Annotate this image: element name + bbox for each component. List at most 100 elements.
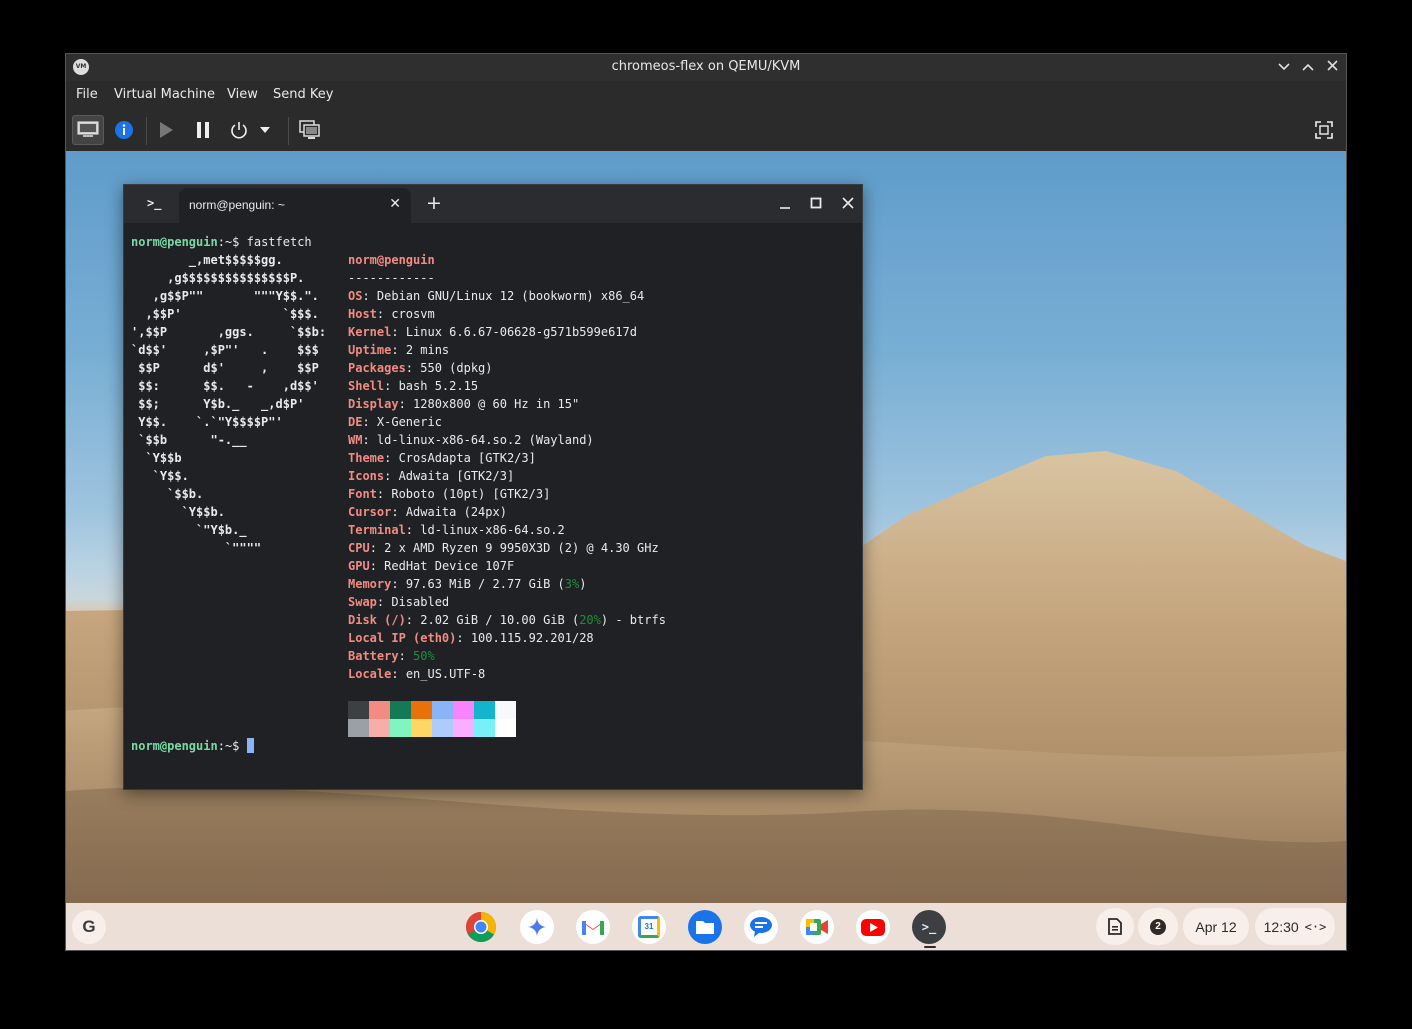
meet-icon[interactable] xyxy=(800,910,834,944)
info-key: Uptime xyxy=(348,343,392,357)
info-row: Swap: Disabled xyxy=(348,595,450,609)
fullscreen-button[interactable] xyxy=(1308,115,1340,145)
prompt-suffix: :~$ xyxy=(217,739,240,753)
status-tray[interactable]: 12:30 <·> xyxy=(1255,908,1335,945)
prompt-line[interactable]: norm@penguin:~$ xyxy=(131,737,254,755)
info-row: Host: crosvm xyxy=(348,307,435,321)
info-row: Display: 1280x800 @ 60 Hz in 15" xyxy=(348,397,580,411)
ascii-line: `Y$$. xyxy=(131,469,189,483)
ascii-line: `"""" xyxy=(131,541,262,555)
info-value: Roboto (10pt) [GTK2/3] xyxy=(391,487,551,501)
pause-button[interactable] xyxy=(187,115,219,145)
run-button[interactable] xyxy=(150,115,182,145)
power-button[interactable] xyxy=(223,115,255,145)
info-value: 2 mins xyxy=(405,343,450,357)
fastfetch-header: norm@penguin xyxy=(348,253,435,267)
ascii-line: _,met$$$$$gg. xyxy=(131,253,283,267)
color-swatch xyxy=(369,719,390,737)
snapshot-button[interactable] xyxy=(294,115,326,145)
terminal-tab[interactable]: norm@penguin: ~ ✕ xyxy=(179,188,411,223)
ascii-line: $$P d$' , $$P xyxy=(131,361,319,375)
time-label: 12:30 xyxy=(1263,918,1299,935)
maximize-icon[interactable] xyxy=(807,194,825,212)
info-key: Host xyxy=(348,307,377,321)
info-row: CPU: 2 x AMD Ryzen 9 9950X3D (2) @ 4.30 … xyxy=(348,541,659,555)
info-percent: 3% xyxy=(564,577,580,591)
info-key: OS xyxy=(348,289,363,303)
info-key: Icons xyxy=(348,469,385,483)
menu-view[interactable]: View xyxy=(227,87,258,102)
calendar-day: 31 xyxy=(638,916,660,938)
details-button[interactable] xyxy=(108,115,140,145)
minimize-icon[interactable] xyxy=(1275,58,1293,76)
file-icon xyxy=(1108,918,1122,935)
ascii-line: `Y$$b xyxy=(131,451,182,465)
info-row: Disk (/): 2.02 GiB / 10.00 GiB (20%) - b… xyxy=(348,613,666,627)
date-tray[interactable]: Apr 12 xyxy=(1183,908,1249,945)
info-value: ld-linux-x86-64.so.2 (Wayland) xyxy=(376,433,594,447)
info-row: Theme: CrosAdapta [GTK2/3] xyxy=(348,451,536,465)
terminal-prompt-icon[interactable]: >_ xyxy=(147,196,161,210)
color-swatch xyxy=(495,719,516,737)
gemini-icon[interactable] xyxy=(520,910,554,944)
messages-icon[interactable] xyxy=(744,910,778,944)
files-icon[interactable] xyxy=(688,910,722,944)
ascii-line: ,g$$$$$$$$$$$$$$$P. xyxy=(131,271,305,285)
info-row: WM: ld-linux-x86-64.so.2 (Wayland) xyxy=(348,433,594,447)
info-value: RedHat Device 107F xyxy=(384,559,515,573)
terminal-output[interactable]: norm@penguin:~$ fastfetch _,met$$$$$gg. … xyxy=(131,233,851,773)
info-row: Cursor: Adwaita (24px) xyxy=(348,505,507,519)
info-key: Memory xyxy=(348,577,392,591)
info-value: 550 (dpkg) xyxy=(420,361,493,375)
color-swatch xyxy=(348,701,369,719)
terminal-icon[interactable]: >_ xyxy=(912,910,946,944)
notification-button[interactable]: 2 xyxy=(1138,908,1178,945)
tab-close-icon[interactable]: ✕ xyxy=(389,196,401,212)
holding-space-button[interactable] xyxy=(1096,908,1134,945)
color-swatch xyxy=(474,701,495,719)
info-row: Terminal: ld-linux-x86-64.so.2 xyxy=(348,523,565,537)
color-swatch xyxy=(411,719,432,737)
info-value: 2 x AMD Ryzen 9 9950X3D (2) @ 4.30 GHz xyxy=(384,541,659,555)
info-value: en_US.UTF-8 xyxy=(405,667,486,681)
info-value: CrosAdapta [GTK2/3] xyxy=(398,451,536,465)
ascii-line: `$$b. xyxy=(131,487,204,501)
maximize-icon[interactable] xyxy=(1299,58,1317,76)
terminal-window[interactable]: >_ norm@penguin: ~ ✕ + norm@penguin:~$ f… xyxy=(123,184,863,790)
power-menu-button[interactable] xyxy=(255,115,275,145)
youtube-icon[interactable] xyxy=(856,910,890,944)
display-console-button[interactable] xyxy=(72,115,104,145)
info-key: Swap xyxy=(348,595,377,609)
launcher-button[interactable]: G xyxy=(72,910,106,944)
fullscreen-icon xyxy=(1315,121,1333,139)
menu-virtual-machine[interactable]: Virtual Machine xyxy=(114,87,215,102)
info-row: Local IP (eth0): 100.115.92.201/28 xyxy=(348,631,594,645)
menu-file[interactable]: File xyxy=(76,87,98,102)
chrome-icon[interactable] xyxy=(464,910,498,944)
menu-send-key[interactable]: Send Key xyxy=(273,87,333,102)
info-key: Display xyxy=(348,397,399,411)
text-cursor xyxy=(246,738,254,753)
guest-display[interactable]: >_ norm@penguin: ~ ✕ + norm@penguin:~$ f… xyxy=(66,151,1346,950)
new-tab-icon[interactable]: + xyxy=(426,192,442,214)
network-connection-icon: <·> xyxy=(1304,919,1327,934)
info-key: Packages xyxy=(348,361,406,375)
gmail-icon[interactable] xyxy=(576,910,610,944)
calendar-icon[interactable]: 31 xyxy=(632,910,666,944)
command-text: fastfetch xyxy=(239,235,312,249)
window-titlebar[interactable]: VM chromeos-flex on QEMU/KVM xyxy=(66,54,1346,81)
info-icon xyxy=(115,121,133,139)
info-key: Terminal xyxy=(348,523,406,537)
pause-icon xyxy=(197,122,209,138)
info-key: Locale xyxy=(348,667,392,681)
close-icon[interactable] xyxy=(839,194,857,212)
toolbar xyxy=(66,109,1346,151)
ascii-line: ,g$$P"" """Y$$.". xyxy=(131,289,319,303)
minimize-icon[interactable] xyxy=(776,194,794,212)
info-value: 1280x800 @ 60 Hz in 15" xyxy=(413,397,580,411)
info-key: WM xyxy=(348,433,363,447)
close-icon[interactable] xyxy=(1323,58,1341,76)
info-value: 2.02 GiB / 10.00 GiB ( xyxy=(420,613,580,627)
info-key: Local IP (eth0) xyxy=(348,631,457,645)
prompt-user: norm@penguin xyxy=(131,739,218,753)
